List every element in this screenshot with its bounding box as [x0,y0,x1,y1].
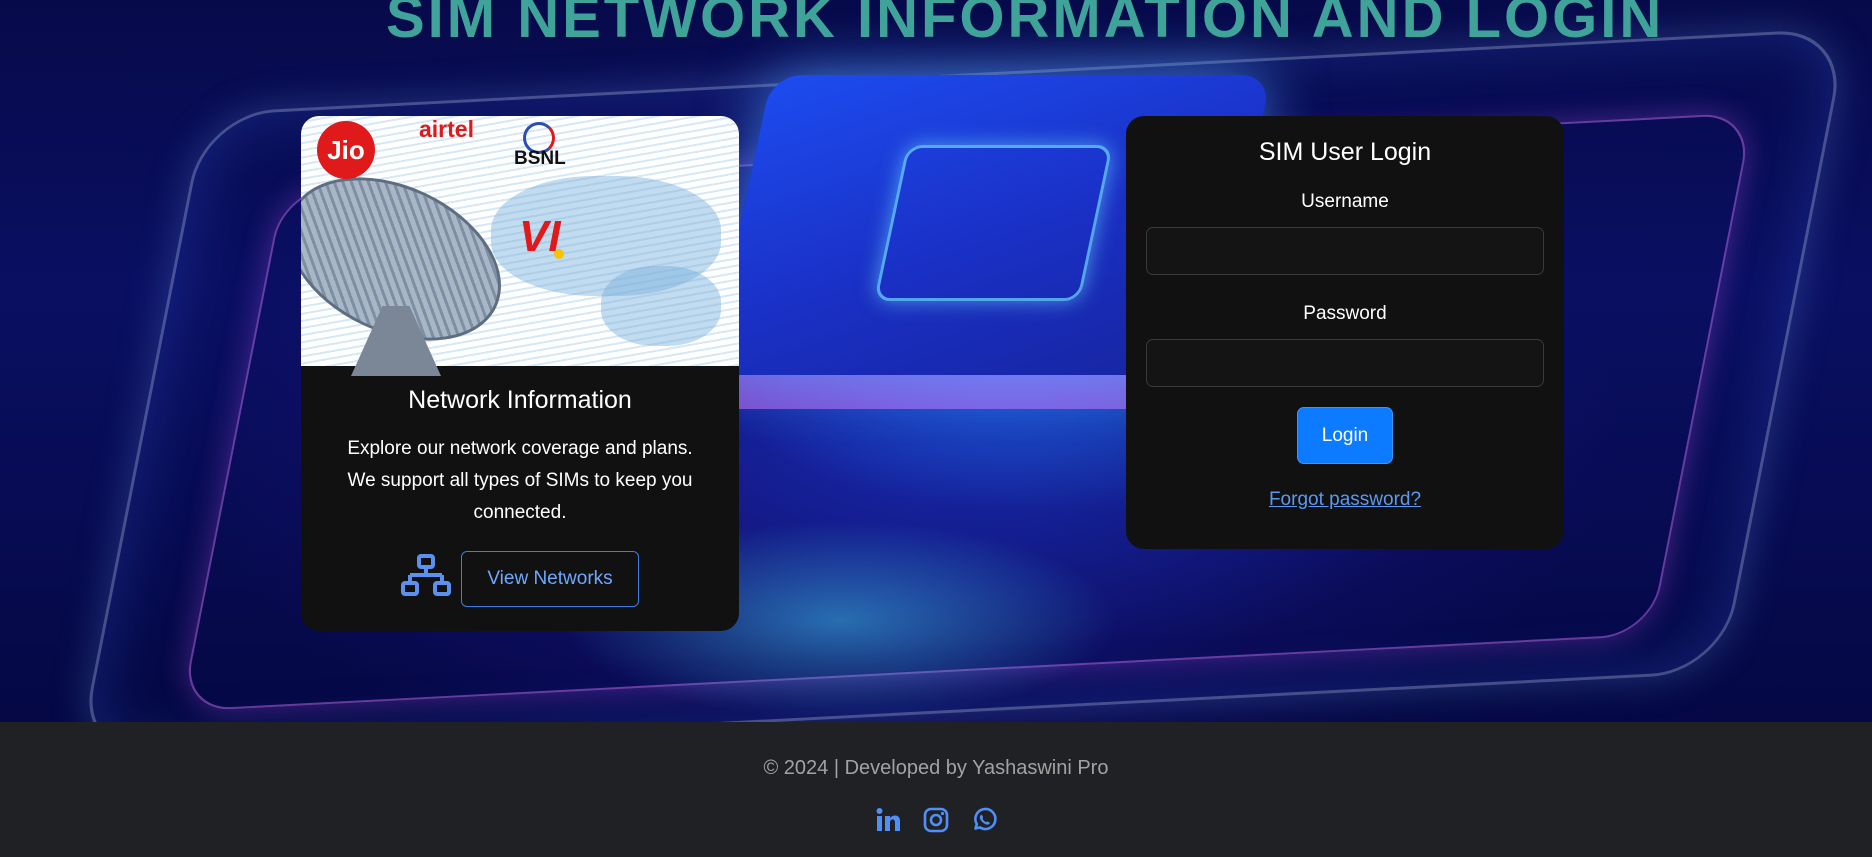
login-card: SIM User Login Username Password Login F… [1126,116,1564,549]
network-card-title: Network Information [408,386,632,414]
sim-chip-contact [873,145,1114,301]
network-banner-image: Jio airtel BSNL VI [301,116,739,376]
whatsapp-icon[interactable] [970,806,998,834]
network-info-card: Jio airtel BSNL VI Network Information E… [301,116,739,631]
view-networks-button[interactable]: View Networks [461,551,639,607]
airtel-logo: airtel [419,116,474,142]
bsnl-logo: BSNL [514,148,566,169]
copyright-text: © 2024 | Developed by Yashaswini Pro [763,757,1109,779]
network-card-description: Explore our network coverage and plans. … [347,438,693,523]
linkedin-icon[interactable] [874,806,902,834]
page-title: SIM NETWORK INFORMATION AND LOGIN [386,0,1665,50]
jio-logo: Jio [317,121,375,179]
world-map-graphic [601,266,721,346]
social-links [0,806,1872,834]
instagram-icon[interactable] [922,806,950,834]
username-input[interactable] [1146,227,1544,275]
login-card-title: SIM User Login [1258,138,1432,166]
password-label: Password [1303,303,1387,324]
vi-logo-dot [554,249,564,259]
password-input[interactable] [1146,339,1544,387]
footer: © 2024 | Developed by Yashaswini Pro [0,722,1872,857]
forgot-password-link[interactable]: Forgot password? [1126,489,1564,511]
network-card-actions: View Networks [301,551,739,607]
login-button[interactable]: Login [1296,407,1394,464]
network-icon [401,553,452,605]
username-label: Username [1301,191,1389,212]
hero-background: SIM NETWORK INFORMATION AND LOGIN Jio ai… [0,0,1872,722]
